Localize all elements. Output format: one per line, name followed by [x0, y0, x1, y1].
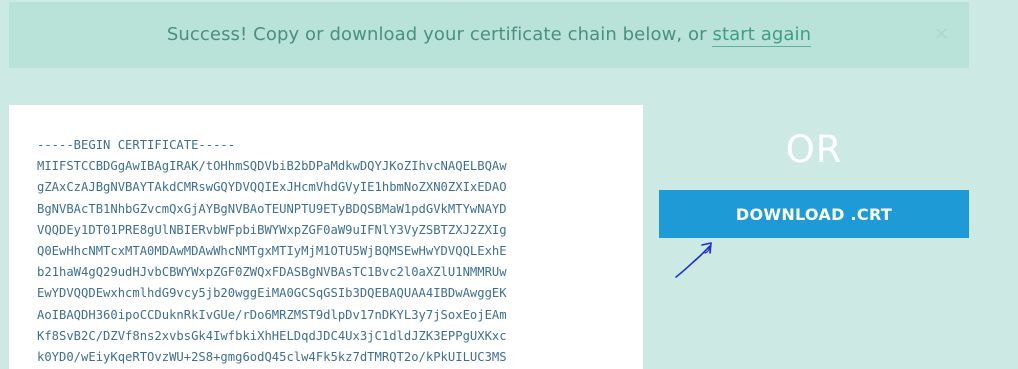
- start-again-link[interactable]: start again: [712, 24, 812, 47]
- hand-drawn-arrow-icon: [675, 242, 712, 278]
- certificate-line: -----BEGIN CERTIFICATE-----: [37, 138, 236, 152]
- certificate-line: AoIBAQDH360ipoCCDuknRkIvGUe/rDo6MRZMST9d…: [37, 307, 507, 322]
- alert-message-text: Success! Copy or download your certifica…: [166, 24, 713, 45]
- close-icon[interactable]: ×: [934, 23, 949, 44]
- certificate-line: BgNVBAcTB1NhbGZvcmQxGjAYBgNVBAoTEUNPTU9E…: [37, 201, 507, 216]
- certificate-line: VQQDEy1DT01PRE8gUlNBIERvbWFpbiBWYWxpZGF0…: [37, 222, 507, 237]
- certificate-line: Kf8SvB2C/DZVf8ns2xvbsGk4IwfbkiXhHELDqdJD…: [37, 328, 507, 343]
- alert-message: Success! Copy or download your certifica…: [9, 24, 969, 47]
- certificate-text: -----BEGIN CERTIFICATE----- MIIFSTCCBDGgA…: [37, 135, 507, 368]
- certificate-line: Q0EwHhcNMTcxMTA0MDAwMDAwWhcNMTgxMTIyMjM1…: [37, 244, 507, 259]
- certificate-chain-box[interactable]: -----BEGIN CERTIFICATE----- MIIFSTCCBDGgA…: [9, 105, 643, 369]
- or-divider-label: OR: [785, 128, 843, 171]
- certificate-line: MIIFSTCCBDGgAwIBAgIRAK/tOHhmSQDVbiB2bDPa…: [37, 159, 507, 174]
- certificate-line: k0YD0/wEiyKqeRTOvzWU+2S8+gmg6odQ45clw4Fk…: [37, 350, 507, 365]
- certificate-line: b21haW4gQ29udHJvbCBWYWxpZGF0ZWQxFDASBgNV…: [37, 265, 507, 280]
- certificate-line: EwYDVQQDEwxhcmlhdG9vcy5jb20wggEiMA0GCSqG…: [37, 286, 507, 301]
- certificate-line: gZAxCzAJBgNVBAYTAkdCMRswGQYDVQQIExJHcmVh…: [37, 180, 507, 195]
- success-alert: Success! Copy or download your certifica…: [9, 2, 969, 68]
- download-crt-button[interactable]: DOWNLOAD .CRT: [659, 190, 969, 238]
